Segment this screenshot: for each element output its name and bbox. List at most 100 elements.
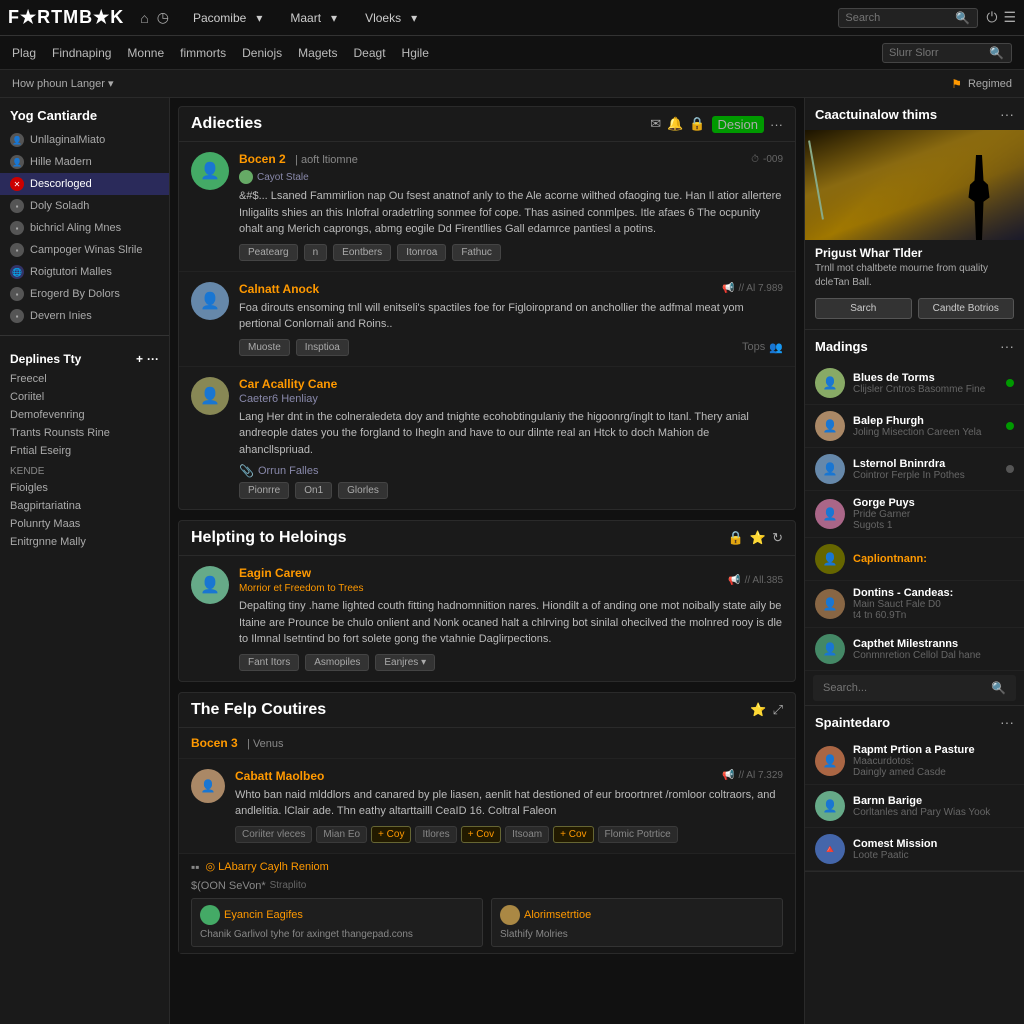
post-2-author[interactable]: Car Acallity Cane bbox=[239, 377, 337, 391]
spaintedaro-dots[interactable]: ··· bbox=[1000, 714, 1014, 730]
tag-eontbers[interactable]: Eontbers bbox=[333, 244, 391, 261]
bell-icon[interactable]: 🔔 bbox=[667, 116, 683, 132]
sidebar-s2-item-3[interactable]: Trants Rounsts Rine bbox=[0, 424, 169, 442]
sec-nav-deniojs[interactable]: Deniojs bbox=[242, 44, 282, 62]
reniom-sub: $(OON SeVon* Straplito bbox=[191, 880, 783, 892]
secondary-search-input[interactable] bbox=[889, 47, 989, 59]
secondary-search-box[interactable]: 🔍 bbox=[882, 43, 1012, 63]
sec-nav-findnaping[interactable]: Findnaping bbox=[52, 44, 111, 62]
spaintedaro-1[interactable]: 👤 Barnn Barige Corltanles and Pary Wias … bbox=[805, 785, 1024, 828]
inline-action-6[interactable]: + Cov bbox=[553, 826, 593, 843]
sidebar-s2-item-1[interactable]: Coriitel bbox=[0, 388, 169, 406]
nav-link-vloeks[interactable]: Vloeks ▾ bbox=[349, 7, 425, 29]
square-icon-3: ▪ bbox=[10, 199, 24, 213]
inline-action-5[interactable]: Itsoam bbox=[505, 826, 549, 843]
sidebar-item-5[interactable]: ▪ Campoger Winas Slrile bbox=[0, 239, 169, 261]
inline-action-2[interactable]: + Coy bbox=[371, 826, 411, 843]
sec-nav-magets[interactable]: Magets bbox=[298, 44, 337, 62]
tag-peatearg[interactable]: Peatearg bbox=[239, 244, 298, 261]
clock-icon[interactable]: ◷ bbox=[157, 9, 169, 26]
sidebar-item-4[interactable]: ▪ bichricl Aling Mnes bbox=[0, 217, 169, 239]
fant-itors-btn[interactable]: Fant Itors bbox=[239, 654, 299, 671]
sidebar-s3-item-2[interactable]: Polunrty Maas bbox=[0, 515, 169, 533]
inline-action-4[interactable]: + Cov bbox=[461, 826, 501, 843]
sidebar-item-8[interactable]: ▪ Devern Inies bbox=[0, 305, 169, 327]
nav-link-maart[interactable]: Maart ▾ bbox=[274, 7, 345, 29]
post-2-link[interactable]: Orrun Falles bbox=[258, 465, 319, 477]
eanjres-btn[interactable]: Eanjres ▾ bbox=[375, 654, 435, 671]
post-3-author[interactable]: Eagin Carew bbox=[239, 566, 311, 580]
star-icon-s2[interactable]: ⭐ bbox=[750, 702, 766, 718]
sec-nav-plag[interactable]: Plag bbox=[12, 44, 36, 62]
inline-action-7[interactable]: Flomic Potrtice bbox=[598, 826, 678, 843]
post-1-author[interactable]: Calnatt Anock bbox=[239, 282, 319, 296]
featured-dots[interactable]: ··· bbox=[1000, 106, 1014, 122]
sidebar-item-0[interactable]: 👤 UnllaginalMiato bbox=[0, 129, 169, 151]
nav-link-pacomibe[interactable]: Pacomibe ▾ bbox=[177, 7, 270, 29]
menu-icon[interactable]: ☰ bbox=[1003, 9, 1016, 26]
members-search-input[interactable] bbox=[823, 682, 987, 694]
member-4[interactable]: 👤 Capliontnann: bbox=[805, 538, 1024, 581]
member-2-status bbox=[1006, 465, 1014, 473]
sec-nav-monne[interactable]: Monne bbox=[127, 44, 164, 62]
spaintedaro-0[interactable]: 👤 Rapmt Prtion a Pasture Maacurdotos: Da… bbox=[805, 738, 1024, 785]
top-search-box[interactable]: 🔍 bbox=[838, 8, 978, 28]
star-icon-s1[interactable]: ⭐ bbox=[750, 530, 766, 546]
candte-botrios-btn[interactable]: Candte Botrios bbox=[918, 298, 1015, 319]
member-5[interactable]: 👤 Dontins - Candeas: Main Sauct Fale D0 … bbox=[805, 581, 1024, 628]
sec-nav-deagt[interactable]: Deagt bbox=[354, 44, 386, 62]
members-search[interactable]: 🔍 bbox=[813, 675, 1016, 701]
member-1-status bbox=[1006, 422, 1014, 430]
sidebar-item-6[interactable]: 🌐 Roigtutori Malles bbox=[0, 261, 169, 283]
pionrre-btn[interactable]: Pionrre bbox=[239, 482, 289, 499]
asmopiles-btn[interactable]: Asmopiles bbox=[305, 654, 369, 671]
home-icon[interactable]: ⌂ bbox=[140, 10, 148, 26]
sidebar-s3-item-3[interactable]: Enitrgnne Mally bbox=[0, 533, 169, 551]
section0-dots[interactable]: ··· bbox=[770, 117, 783, 132]
lock-icon-s1[interactable]: 🔒 bbox=[728, 530, 744, 546]
muoste-btn[interactable]: Muoste bbox=[239, 339, 290, 356]
plus-icon[interactable]: + bbox=[136, 352, 143, 366]
sidebar-s3-item-1[interactable]: Bagpirtariatina bbox=[0, 497, 169, 515]
expand-icon-s2[interactable]: ⤢ bbox=[773, 702, 783, 718]
sidebar-s2-item-2[interactable]: Demofevenring bbox=[0, 406, 169, 424]
member-3[interactable]: 👤 Gorge Puys Pride Garner Sugots 1 bbox=[805, 491, 1024, 538]
member-3-info: Gorge Puys Pride Garner Sugots 1 bbox=[853, 497, 1014, 531]
glorles-btn[interactable]: Glorles bbox=[338, 482, 388, 499]
sidebar-s2-item-4[interactable]: Fntial Eseirg bbox=[0, 442, 169, 460]
post-2-link-row: 📎 Orrun Falles bbox=[239, 464, 783, 478]
sidebar-s3-item-0[interactable]: Fioigles bbox=[0, 479, 169, 497]
inline-action-0[interactable]: Coriiter vleces bbox=[235, 826, 312, 843]
inline-action-3[interactable]: Itlores bbox=[415, 826, 456, 843]
top-search-input[interactable] bbox=[845, 12, 955, 24]
inline-action-1[interactable]: Mian Eo bbox=[316, 826, 367, 843]
sidebar-item-7[interactable]: ▪ Erogerd By Dolors bbox=[0, 283, 169, 305]
sec-nav-hgile[interactable]: Hgile bbox=[402, 44, 429, 62]
ellipsis-icon[interactable]: ··· bbox=[147, 352, 159, 366]
power-icon[interactable]: ⏻ bbox=[986, 9, 997, 26]
member-2[interactable]: 👤 Lsternol Bninrdra Cointror Ferple In P… bbox=[805, 448, 1024, 491]
member-1[interactable]: 👤 Balep Fhurgh Joling Misection Careen Y… bbox=[805, 405, 1024, 448]
tag-itonroa[interactable]: Itonroa bbox=[397, 244, 446, 261]
refresh-icon-s1[interactable]: ↻ bbox=[772, 530, 783, 546]
post-4-author[interactable]: Bocen 3 bbox=[191, 736, 238, 750]
breadcrumb[interactable]: How phoun Langer ▾ bbox=[12, 77, 114, 90]
member-6[interactable]: 👤 Capthet Milestranns Conmnretion Cellol… bbox=[805, 628, 1024, 671]
sidebar-item-3[interactable]: ▪ Doly Soladh bbox=[0, 195, 169, 217]
members-dots[interactable]: ··· bbox=[1000, 338, 1014, 354]
sidebar-s2-item-0[interactable]: Freecel bbox=[0, 370, 169, 388]
tag-n[interactable]: n bbox=[304, 244, 328, 261]
mail-icon[interactable]: ✉ bbox=[650, 116, 661, 132]
lock-icon[interactable]: 🔒 bbox=[689, 116, 705, 132]
member-0[interactable]: 👤 Blues de Torms Clijsler Cntros Basomme… bbox=[805, 362, 1024, 405]
sec-nav-fimmorts[interactable]: fimmorts bbox=[180, 44, 226, 62]
sidebar-item-2[interactable]: ✕ Descorloged bbox=[0, 173, 169, 195]
spaintedaro-2[interactable]: 🔺 Comest Mission Loote Paatic bbox=[805, 828, 1024, 871]
post-0-author[interactable]: Bocen 2 bbox=[239, 152, 286, 166]
on1-btn[interactable]: On1 bbox=[295, 482, 332, 499]
post-4-sub-author[interactable]: Cabatt Maolbeo bbox=[235, 769, 324, 783]
sidebar-item-1[interactable]: 👤 Hille Madern bbox=[0, 151, 169, 173]
sarch-btn[interactable]: Sarch bbox=[815, 298, 912, 319]
insptioa-btn[interactable]: Insptioa bbox=[296, 339, 349, 356]
tag-fathuc[interactable]: Fathuc bbox=[452, 244, 501, 261]
